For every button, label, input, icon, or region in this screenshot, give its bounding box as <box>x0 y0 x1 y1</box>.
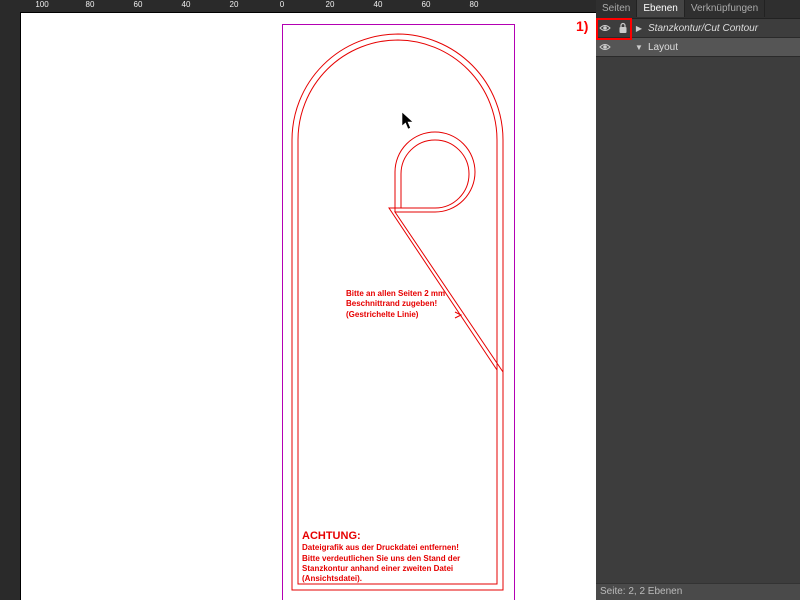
disclosure-triangle-icon[interactable]: ▼ <box>634 42 644 52</box>
warning-line: Bitte verdeutlichen Sie uns den Stand de… <box>302 554 460 564</box>
warning-line: Stanzkontur anhand einer zweiten Datei <box>302 564 460 574</box>
tab-seiten[interactable]: Seiten <box>596 0 637 17</box>
bleed-line: (Gestrichelte Linie) <box>346 310 445 320</box>
callout-label-1: 1) <box>576 18 588 34</box>
warning-note: ACHTUNG: Dateigrafik aus der Druckdatei … <box>302 529 460 585</box>
bleed-note: Bitte an allen Seiten 2 mm Beschnittrand… <box>346 289 445 320</box>
layers-panel: Seiten Ebenen Verknüpfungen ▶ Stanzkontu… <box>596 0 800 600</box>
ruler-h-label: 0 <box>280 0 284 9</box>
warning-heading: ACHTUNG: <box>302 529 460 543</box>
ruler-h-label: 60 <box>422 0 431 9</box>
ruler-h-label: 20 <box>230 0 239 9</box>
ruler-horizontal[interactable]: 120 100 80 60 40 20 0 20 40 60 80 <box>20 0 596 13</box>
lock-icon[interactable] <box>616 21 630 35</box>
panel-tabs: Seiten Ebenen Verknüpfungen <box>596 0 800 19</box>
eye-icon[interactable] <box>598 21 612 35</box>
ruler-h-label: 60 <box>134 0 143 9</box>
warning-line: (Ansichtsdatei). <box>302 574 460 584</box>
layer-name: Stanzkontur/Cut Contour <box>648 23 800 34</box>
ruler-vertical[interactable] <box>0 12 21 600</box>
panel-status: Seite: 2, 2 Ebenen <box>596 583 800 600</box>
tab-verknuepfungen[interactable]: Verknüpfungen <box>685 0 765 17</box>
layer-row-layout[interactable]: ▼ Layout <box>596 38 800 57</box>
ruler-h-label: 40 <box>182 0 191 9</box>
tab-ebenen[interactable]: Ebenen <box>637 0 684 17</box>
bleed-line: Beschnittrand zugeben! <box>346 299 445 309</box>
ruler-h-label: 40 <box>374 0 383 9</box>
bleed-line: Bitte an allen Seiten 2 mm <box>346 289 445 299</box>
stage[interactable]: Bitte an allen Seiten 2 mm Beschnittrand… <box>20 12 596 600</box>
ruler-h-label: 20 <box>326 0 335 9</box>
layer-name: Layout <box>648 42 800 53</box>
canvas-area: 120 100 80 60 40 20 0 20 40 60 80 <box>0 0 596 600</box>
layer-row-stanzkontur[interactable]: ▶ Stanzkontur/Cut Contour <box>596 19 800 38</box>
ruler-h-label: 80 <box>86 0 95 9</box>
disclosure-triangle-icon[interactable]: ▶ <box>634 23 644 33</box>
lock-slot[interactable] <box>616 40 630 54</box>
warning-line: Dateigrafik aus der Druckdatei entfernen… <box>302 543 460 553</box>
ruler-h-label: 80 <box>470 0 479 9</box>
eye-icon[interactable] <box>598 40 612 54</box>
cursor-pointer-icon <box>401 111 415 131</box>
ruler-h-label: 100 <box>35 0 48 9</box>
